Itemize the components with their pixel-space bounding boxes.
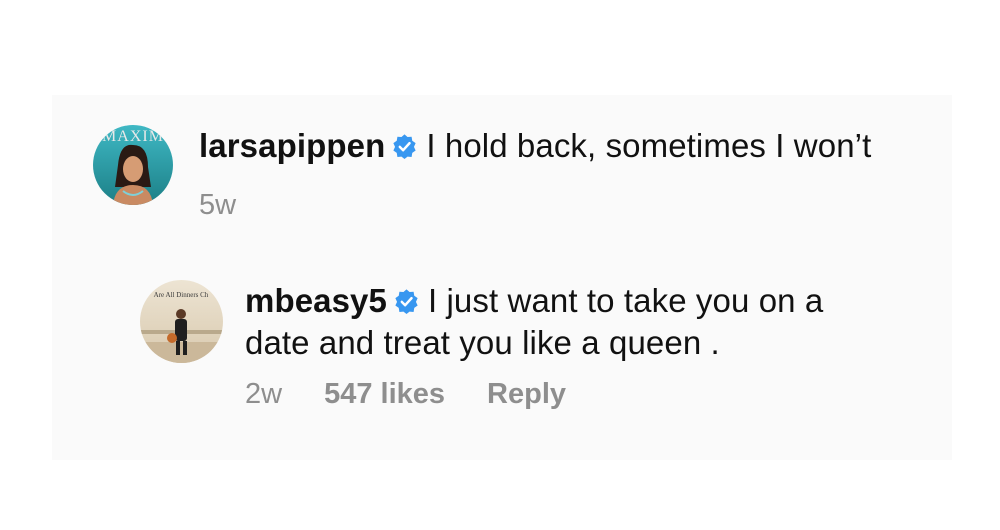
comment-text: I hold back, sometimes I won’t: [426, 127, 872, 164]
svg-text:MAXIM: MAXIM: [102, 128, 164, 145]
comment-mbeasy5: Are All Dinners Ch mbeasy5 I just want to…: [140, 280, 823, 411]
avatar[interactable]: Are All Dinners Ch: [140, 280, 223, 363]
username[interactable]: mbeasy5: [245, 282, 387, 319]
username[interactable]: larsapippen: [199, 127, 385, 164]
verified-badge-icon: [391, 133, 418, 160]
avatar[interactable]: MAXIM: [93, 125, 173, 205]
magazine-cover-avatar-icon: MAXIM: [93, 125, 173, 205]
reply-button[interactable]: Reply: [487, 378, 566, 411]
timestamp: 2w: [245, 378, 283, 410]
basketball-player-avatar-icon: Are All Dinners Ch: [140, 280, 223, 363]
timestamp: 5w: [199, 189, 237, 221]
verified-badge-icon: [393, 288, 420, 315]
svg-text:Are All Dinners Ch: Are All Dinners Ch: [154, 291, 209, 299]
comment-larsapippen: MAXIM larsapippen I hold back, sometimes …: [93, 125, 871, 222]
comment-text-line-2: date and treat you like a queen .: [245, 324, 720, 361]
comment-meta: 2w 547 likes Reply: [245, 378, 823, 411]
comment-meta: 5w: [199, 189, 871, 222]
comment-text-line-1: I just want to take you on a: [427, 282, 824, 319]
likes-count[interactable]: 547 likes: [324, 378, 445, 411]
